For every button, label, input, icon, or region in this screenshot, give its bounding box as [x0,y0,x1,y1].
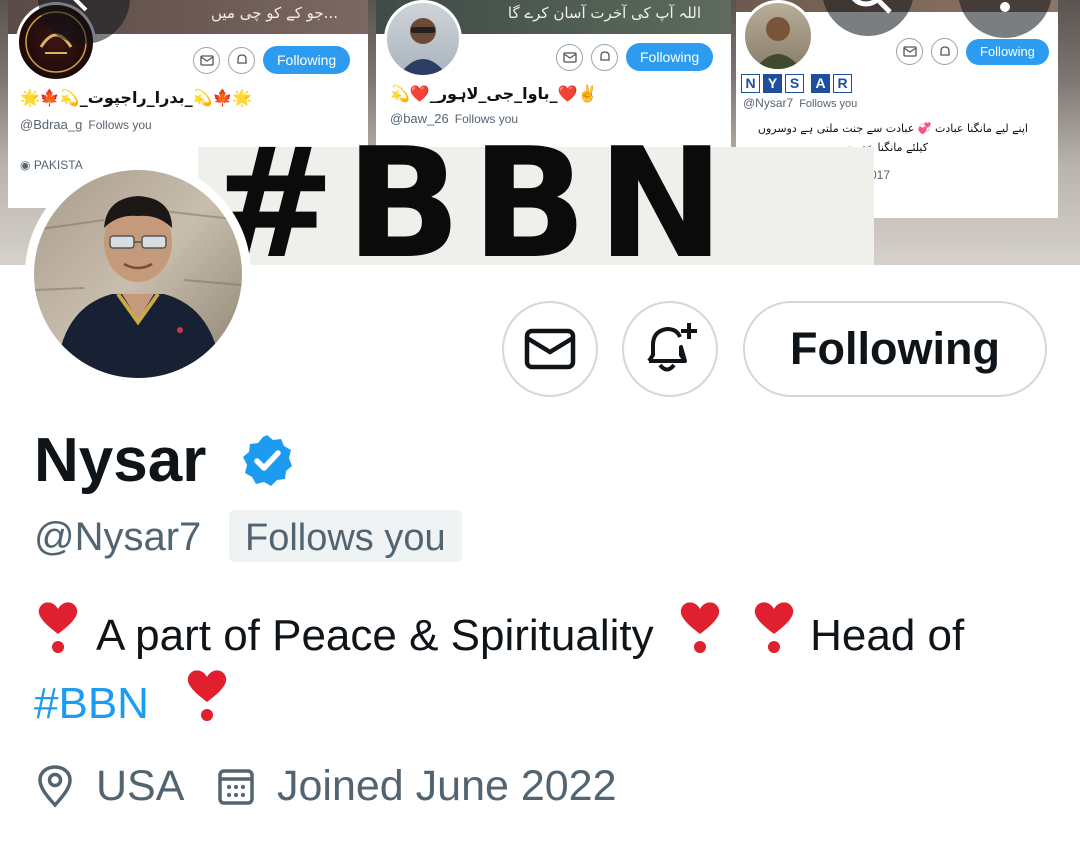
profile-location: USA [36,758,184,814]
bbn-hashtag-graphic: #BBN [208,115,735,266]
logo-letter: R [833,74,852,93]
banner-card-name: 🌟🍁💫_بدرا_راجپوت_💫🍁🌟 [20,88,253,107]
mini-follows-you: Follows you [88,118,152,132]
banner-card-handle: @Nysar7 Follows you [743,96,857,110]
location-text: USA [96,761,185,810]
message-button[interactable] [502,301,598,397]
logo-letter: Y [763,74,782,93]
mini-envelope-icon [193,46,220,74]
mini-envelope-icon [896,38,923,65]
heart-exclamation-icon [187,670,227,721]
mini-bell-icon [591,43,618,71]
mini-envelope-icon [556,43,583,71]
display-name: Nysar [34,426,207,495]
notifications-button[interactable] [622,301,718,397]
bell-plus-icon [647,323,697,372]
banner-card-handle: @Bdraa_g Follows you [20,117,152,132]
banner-card-actions: Following [556,43,714,71]
calendar-icon [218,769,254,805]
bio-text-part1: A part of Peace & Spirituality [96,611,654,660]
heart-exclamation-icon [754,602,794,653]
profile-bio: A part of Peace & Spirituality Head of #… [34,598,1044,734]
profile-avatar[interactable] [25,161,251,387]
logo-letter: S [785,74,804,93]
mini-following-button: Following [263,46,351,74]
mini-following-button: Following [626,43,714,71]
nysar-logo: N Y S A R [741,74,852,93]
logo-letter: N [741,74,760,93]
follows-you-badge: Follows you [229,510,462,562]
location-pin-icon [38,765,72,808]
mini-bell-icon [931,38,958,65]
profile-photo [34,170,242,378]
envelope-icon [524,328,576,370]
heart-exclamation-icon [680,602,720,653]
profile-handle: @Nysar7 [34,515,202,559]
profile-join-date: Joined June 2022 [217,758,617,814]
banner-card-avatar [384,0,462,78]
banner-card-cover-text: اللہ آپ کی آخرت آسان کرے گا [507,4,701,22]
banner-card-actions: Following [193,46,351,74]
banner-card-avatar [742,0,814,72]
bio-hashtag-link[interactable]: #BBN [34,679,149,728]
heart-exclamation-icon [38,602,78,653]
verified-badge-icon [243,435,292,486]
following-button[interactable]: Following [743,301,1047,397]
bio-text-part2: Head of [810,611,965,660]
mini-handle-text: @Nysar7 [743,96,794,110]
mini-handle-text: @Bdraa_g [20,117,83,132]
mini-bell-icon [228,46,255,74]
banner-card-name: ✌️❤️_باوا_جی_لاہور_❤️💫 [390,84,598,103]
banner-card-actions: Following [896,38,1049,65]
banner-card-location: ◉ PAKISTA [20,158,83,172]
logo-letter: A [811,74,830,93]
mini-location-text: PAKISTA [33,158,83,172]
join-date-text: Joined June 2022 [277,761,617,810]
mini-following-button: Following [966,38,1049,65]
banner-card-cover-text: ...جو کے کو چی میں [211,4,338,22]
banner-card-bio-1: اپنے لیے مانگنا عبادت 💞 عبادت سے جنت ملت… [757,122,1028,135]
mini-follows-you: Follows you [799,98,858,110]
